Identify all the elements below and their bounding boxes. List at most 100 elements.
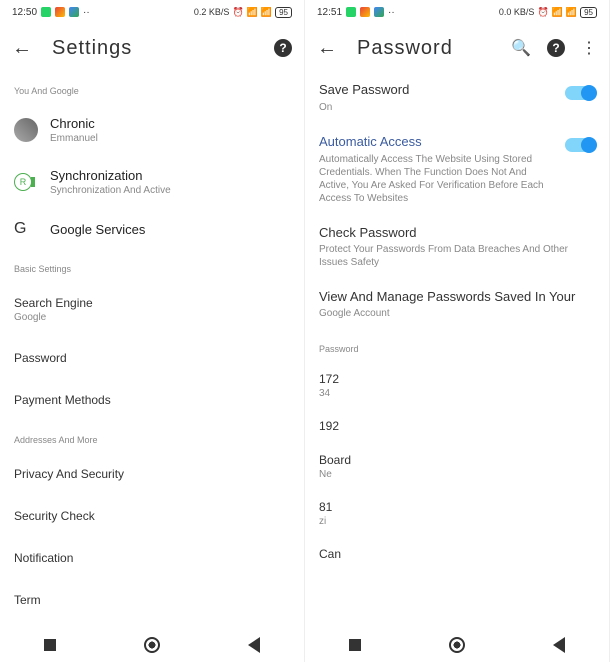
- page-title: Password: [357, 37, 453, 60]
- page-title: Settings: [52, 37, 132, 60]
- whatsapp-icon: [41, 7, 51, 17]
- item-sub: On: [319, 101, 555, 114]
- status-time: 12:51: [317, 7, 342, 18]
- item-desc: Automatically Access The Website Using S…: [319, 153, 555, 205]
- privacy-item[interactable]: Privacy And Security: [14, 453, 290, 495]
- google-services-item[interactable]: G Google Services: [14, 208, 290, 250]
- back-icon[interactable]: ←: [317, 37, 337, 60]
- status-bar: 12:50 ·· 0.2 KB/S ⏰ 📶 📶 95: [0, 0, 304, 24]
- gmail-icon: [55, 7, 65, 17]
- battery-icon: 95: [275, 7, 292, 18]
- battery-icon: 95: [580, 7, 597, 18]
- password-entry[interactable]: Can: [319, 537, 595, 571]
- wifi-icon: 📶: [261, 7, 272, 18]
- item-title: Check Password: [319, 225, 595, 240]
- item-title: Password: [14, 351, 290, 365]
- status-time: 12:50: [12, 7, 37, 18]
- profile-item[interactable]: Chronic Emmanuel: [14, 104, 290, 156]
- settings-screen: 12:50 ·· 0.2 KB/S ⏰ 📶 📶 95 ← Settings ? …: [0, 0, 305, 662]
- entry-title: Board: [319, 453, 595, 467]
- app-bar: ← Password 🔍 ? ⋮: [305, 24, 609, 72]
- password-entry[interactable]: Board Ne: [319, 443, 595, 490]
- auto-access-item[interactable]: Automatic Access Automatically Access Th…: [319, 124, 595, 215]
- wifi-icon: 📶: [566, 7, 577, 18]
- sync-item[interactable]: R Synchronization Synchronization And Ac…: [14, 156, 290, 208]
- whatsapp-icon: [346, 7, 356, 17]
- terms-item[interactable]: Term: [14, 579, 290, 621]
- nav-home-icon[interactable]: [449, 637, 465, 653]
- nav-bar: [305, 626, 609, 662]
- item-title: Payment Methods: [14, 393, 290, 407]
- entry-sub: 34: [319, 388, 595, 399]
- nav-back-icon[interactable]: [553, 637, 565, 653]
- check-password-item[interactable]: Check Password Protect Your Passwords Fr…: [319, 215, 595, 279]
- nav-recent-icon[interactable]: [44, 639, 56, 651]
- item-title: View And Manage Passwords Saved In Your: [319, 289, 595, 304]
- search-icon[interactable]: 🔍: [511, 38, 531, 58]
- app-bar: ← Settings ?: [0, 24, 304, 72]
- section-label: Addresses And More: [14, 435, 290, 445]
- entry-title: 172: [319, 372, 595, 386]
- section-label: Basic Settings: [14, 264, 290, 274]
- item-sub: Google Account: [319, 307, 595, 320]
- sync-title: Synchronization: [50, 168, 290, 183]
- status-bar: 12:51 ·· 0.0 KB/S ⏰ 📶 📶 95: [305, 0, 609, 24]
- search-engine-item[interactable]: Search Engine Google: [14, 282, 290, 337]
- item-title: Security Check: [14, 509, 290, 523]
- nav-home-icon[interactable]: [144, 637, 160, 653]
- item-desc: Protect Your Passwords From Data Breache…: [319, 243, 595, 269]
- nav-recent-icon[interactable]: [349, 639, 361, 651]
- password-entry[interactable]: 172 34: [319, 362, 595, 409]
- settings-content: You And Google Chronic Emmanuel R Synchr…: [0, 72, 304, 626]
- entry-title: 192: [319, 419, 595, 433]
- toggle-switch[interactable]: [565, 138, 595, 152]
- more-icon: ··: [83, 7, 90, 18]
- section-label: Password: [319, 344, 595, 354]
- item-title: Automatic Access: [319, 134, 555, 149]
- alarm-icon: ⏰: [232, 7, 243, 18]
- security-check-item[interactable]: Security Check: [14, 495, 290, 537]
- profile-sub: Emmanuel: [50, 133, 290, 144]
- entry-title: Can: [319, 547, 595, 561]
- data-rate: 0.0 KB/S: [499, 7, 535, 17]
- google-services-title: Google Services: [50, 222, 290, 237]
- avatar: [14, 118, 38, 142]
- more-icon: ··: [388, 7, 395, 18]
- password-content: Save Password On Automatic Access Automa…: [305, 72, 609, 626]
- password-item[interactable]: Password: [14, 337, 290, 379]
- entry-sub: Ne: [319, 469, 595, 480]
- gmail-icon: [360, 7, 370, 17]
- nav-back-icon[interactable]: [248, 637, 260, 653]
- item-title: Search Engine: [14, 296, 290, 310]
- toggle-switch[interactable]: [565, 86, 595, 100]
- view-manage-item[interactable]: View And Manage Passwords Saved In Your …: [319, 279, 595, 330]
- entry-title: 81: [319, 500, 595, 514]
- notification-item[interactable]: Notification: [14, 537, 290, 579]
- password-screen: 12:51 ·· 0.0 KB/S ⏰ 📶 📶 95 ← Password 🔍 …: [305, 0, 610, 662]
- payment-item[interactable]: Payment Methods: [14, 379, 290, 421]
- help-icon[interactable]: ?: [547, 39, 565, 57]
- section-label: You And Google: [14, 86, 290, 96]
- item-sub: Google: [14, 312, 290, 323]
- entry-sub: zi: [319, 516, 595, 527]
- help-icon[interactable]: ?: [274, 39, 292, 57]
- alarm-icon: ⏰: [537, 7, 548, 18]
- save-password-item[interactable]: Save Password On: [319, 72, 595, 124]
- back-icon[interactable]: ←: [12, 37, 32, 60]
- item-title: Privacy And Security: [14, 467, 290, 481]
- more-icon[interactable]: ⋮: [581, 38, 597, 58]
- nav-bar: [0, 626, 304, 662]
- sync-icon: R: [14, 173, 32, 191]
- sync-sub: Synchronization And Active: [50, 185, 290, 196]
- app-icon: [374, 7, 384, 17]
- data-rate: 0.2 KB/S: [194, 7, 230, 17]
- signal-icon: 📶: [552, 7, 563, 18]
- app-icon: [69, 7, 79, 17]
- password-entry[interactable]: 81 zi: [319, 490, 595, 537]
- password-entry[interactable]: 192: [319, 409, 595, 443]
- item-title: Notification: [14, 551, 290, 565]
- profile-name: Chronic: [50, 116, 290, 131]
- signal-icon: 📶: [247, 7, 258, 18]
- item-title: Save Password: [319, 82, 555, 97]
- google-icon: G: [14, 220, 26, 238]
